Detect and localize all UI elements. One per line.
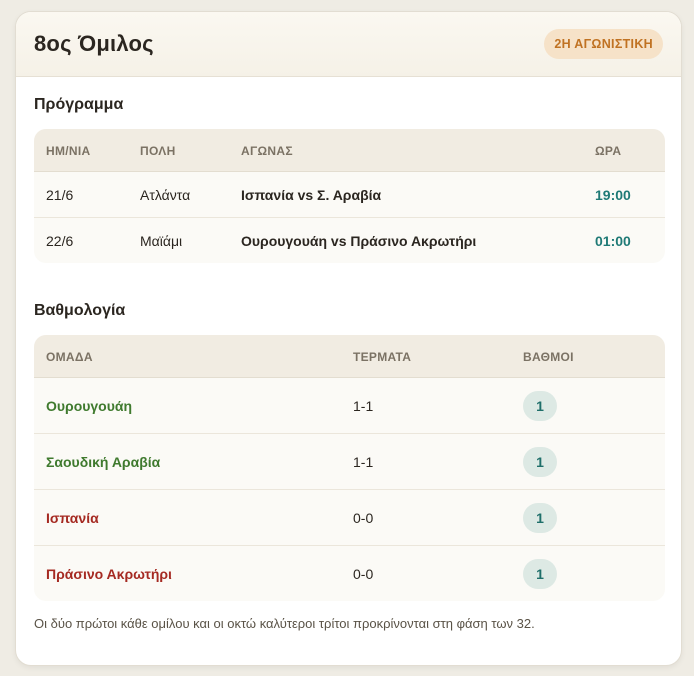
match-time: 01:00 [595, 232, 631, 249]
standings-table-header: ΟΜΑΔΑ ΤΕΡΜΑΤΑ ΒΑΘΜΟΙ [34, 335, 665, 378]
team-name[interactable]: Σαουδική Αραβία [46, 434, 160, 489]
standings-row: Πράσινο Ακρωτήρι 0-0 1 [34, 546, 665, 601]
match-date: 21/6 [46, 186, 74, 203]
schedule-table-header: ΗΜ/ΝΙΑ ΠΟΛΗ ΑΓΩΝΑΣ ΩΡΑ [34, 129, 665, 172]
match-fixture: Ουρουγουάη vs Πράσινο Ακρωτήρι [241, 232, 477, 249]
team-goals: 1-1 [353, 453, 374, 470]
standings-row: Σαουδική Αραβία 1-1 1 [34, 434, 665, 490]
schedule-row: 22/6 Μαϊάμι Ουρουγουάη vs Πράσινο Ακρωτή… [34, 218, 665, 263]
points-cell: 1 [523, 378, 557, 433]
standings-row: Ισπανία 0-0 1 [34, 490, 665, 546]
points-badge: 1 [523, 446, 557, 477]
schedule-col-date: ΗΜ/ΝΙΑ [46, 143, 91, 158]
qualification-note: Οι δύο πρώτοι κάθε ομίλου και οι οκτώ κα… [34, 616, 535, 631]
group-title: 8ος Όμιλος [34, 31, 154, 56]
group-header: 8ος Όμιλος 2Η ΑΓΩΝΙΣΤΙΚΗ [16, 12, 681, 77]
standings-row: Ουρουγουάη 1-1 1 [34, 378, 665, 434]
schedule-col-city: ΠΟΛΗ [140, 143, 176, 158]
match-date: 22/6 [46, 232, 74, 249]
schedule-col-time: ΩΡΑ [595, 143, 622, 158]
points-badge: 1 [523, 502, 557, 533]
standings-col-goals: ΤΕΡΜΑΤΑ [353, 349, 412, 364]
team-goals: 0-0 [353, 509, 374, 526]
standings-table: ΟΜΑΔΑ ΤΕΡΜΑΤΑ ΒΑΘΜΟΙ Ουρουγουάη 1-1 1 Σα… [34, 335, 665, 601]
team-name[interactable]: Πράσινο Ακρωτήρι [46, 546, 172, 601]
points-badge: 1 [523, 558, 557, 589]
match-city: Ατλάντα [140, 186, 191, 203]
points-badge: 1 [523, 390, 557, 421]
schedule-title: Πρόγραμμα [34, 96, 124, 113]
group-card: 8ος Όμιλος 2Η ΑΓΩΝΙΣΤΙΚΗ Πρόγραμμα ΗΜ/ΝΙ… [15, 11, 682, 666]
match-fixture: Ισπανία vs Σ. Αραβία [241, 186, 382, 203]
match-city: Μαϊάμι [140, 232, 183, 249]
standings-col-team: ΟΜΑΔΑ [46, 349, 93, 364]
standings-col-points: ΒΑΘΜΟΙ [523, 349, 574, 364]
schedule-row: 21/6 Ατλάντα Ισπανία vs Σ. Αραβία 19:00 [34, 172, 665, 218]
match-time: 19:00 [595, 186, 631, 203]
points-cell: 1 [523, 546, 557, 601]
schedule-col-match: ΑΓΩΝΑΣ [241, 143, 293, 158]
team-goals: 1-1 [353, 397, 374, 414]
round-badge: 2Η ΑΓΩΝΙΣΤΙΚΗ [544, 29, 663, 59]
team-goals: 0-0 [353, 565, 374, 582]
standings-title: Βαθμολογία [34, 302, 126, 319]
team-name[interactable]: Ισπανία [46, 490, 99, 545]
points-cell: 1 [523, 434, 557, 489]
schedule-table: ΗΜ/ΝΙΑ ΠΟΛΗ ΑΓΩΝΑΣ ΩΡΑ 21/6 Ατλάντα Ισπα… [34, 129, 665, 263]
team-name[interactable]: Ουρουγουάη [46, 378, 132, 433]
points-cell: 1 [523, 490, 557, 545]
